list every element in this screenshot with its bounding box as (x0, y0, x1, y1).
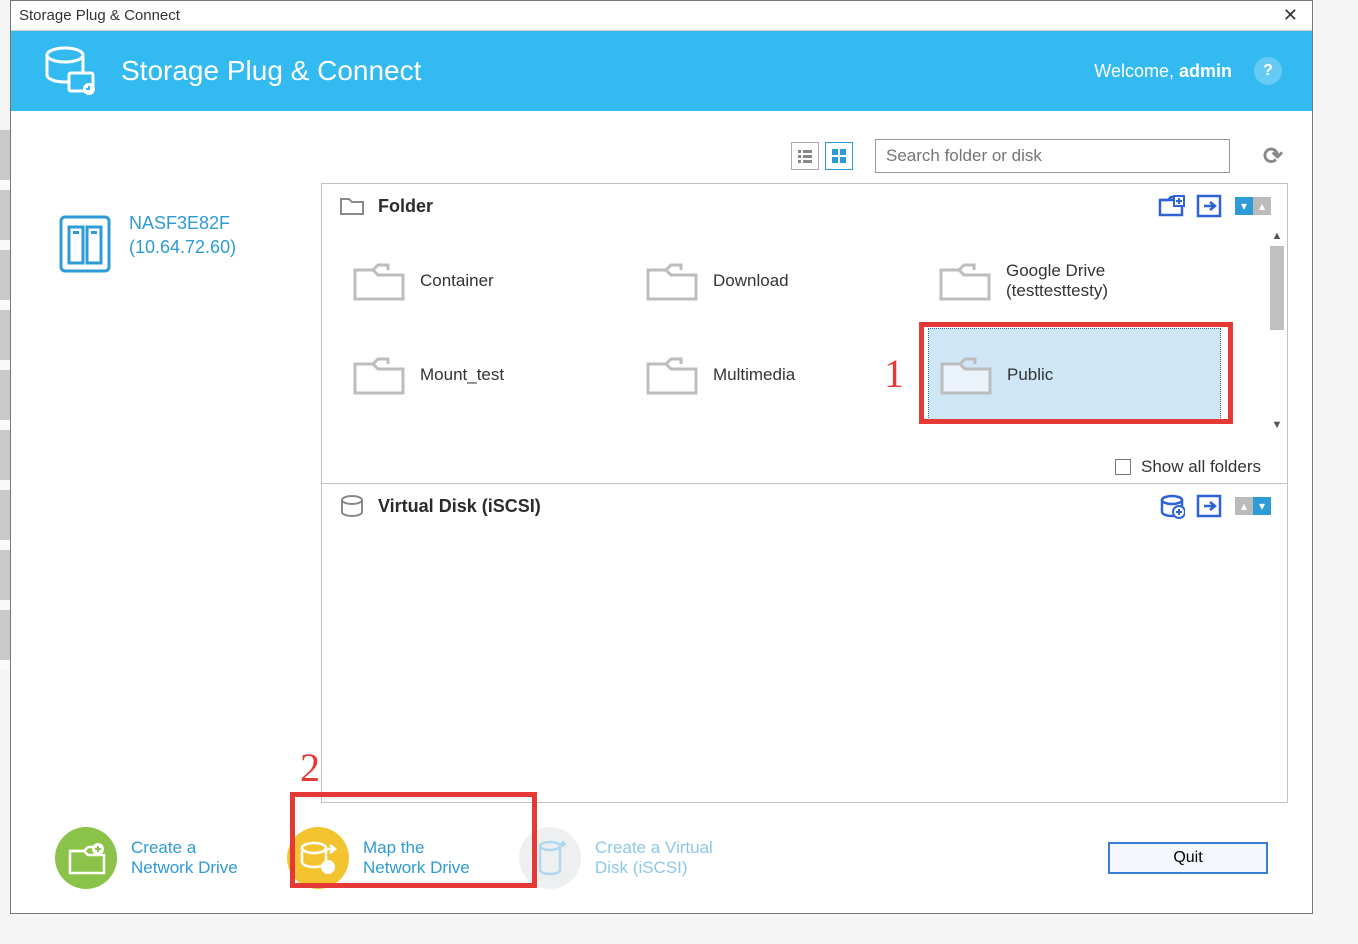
welcome-user: admin (1179, 61, 1232, 81)
show-all-folders: Show all folders (1115, 457, 1261, 477)
folder-header: Folder ▾ ▴ (322, 184, 1287, 228)
folder-label: Container (420, 271, 494, 291)
vdisk-collapse-up[interactable]: ▾ (1253, 497, 1271, 515)
vdisk-header: Virtual Disk (iSCSI) ▴ ▾ (322, 484, 1287, 528)
folder-section-title: Folder (378, 196, 1149, 217)
create-network-label: Create a Network Drive (131, 838, 261, 879)
vdisk-panel: Virtual Disk (iSCSI) ▴ ▾ (322, 484, 1287, 784)
nas-info: NASF3E82F (10.64.72.60) (129, 211, 236, 260)
grid-view-button[interactable] (825, 142, 853, 170)
create-vdisk-label: Create a Virtual Disk (iSCSI) (595, 838, 725, 879)
close-icon[interactable]: ✕ (1277, 5, 1304, 26)
app-window: Storage Plug & Connect ✕ Storage Plug & … (10, 0, 1313, 914)
create-network-icon (55, 827, 117, 889)
scroll-up-icon[interactable]: ▲ (1269, 228, 1285, 244)
folder-item-multimedia[interactable]: Multimedia (635, 328, 928, 422)
folder-icon (352, 354, 406, 396)
folder-grid: Container Download Google Drive (testtes… (322, 228, 1287, 428)
scroll-down-icon[interactable]: ▼ (1269, 417, 1285, 433)
list-view-button[interactable] (791, 142, 819, 170)
nas-icon (57, 211, 113, 277)
folder-collapse-down[interactable]: ▾ (1235, 197, 1253, 215)
create-vdisk-button[interactable]: Create a Virtual Disk (iSCSI) (519, 827, 725, 889)
map-folder-button[interactable] (1195, 192, 1225, 220)
toolbar: ⟳ (791, 139, 1288, 173)
folder-scrollbar[interactable]: ▲ ▼ (1269, 228, 1285, 433)
create-vdisk-icon (519, 827, 581, 889)
folder-icon (352, 260, 406, 302)
vdisk-collapse-down[interactable]: ▴ (1235, 497, 1253, 515)
quit-button[interactable]: Quit (1108, 842, 1268, 874)
folder-label: Multimedia (713, 365, 795, 385)
show-all-checkbox[interactable] (1115, 459, 1131, 475)
vdisk-collapse-controls: ▴ ▾ (1235, 497, 1271, 515)
folder-panel: Folder ▾ ▴ C (322, 184, 1287, 484)
folder-section-icon (338, 192, 366, 220)
device-name: NASF3E82F (129, 211, 236, 235)
folder-collapse-up[interactable]: ▴ (1253, 197, 1271, 215)
window-title: Storage Plug & Connect (19, 7, 1277, 24)
folder-item-mount-test[interactable]: Mount_test (342, 328, 635, 422)
folder-item-public[interactable]: Public (928, 328, 1221, 422)
banner-title: Storage Plug & Connect (121, 55, 1094, 87)
create-network-drive-button[interactable]: Create a Network Drive (55, 827, 261, 889)
refresh-button[interactable]: ⟳ (1258, 141, 1288, 171)
titlebar: Storage Plug & Connect ✕ (11, 1, 1312, 31)
folder-label: Mount_test (420, 365, 504, 385)
folder-icon (645, 354, 699, 396)
welcome-text: Welcome, admin (1094, 61, 1232, 82)
folder-item-container[interactable]: Container (342, 234, 635, 328)
map-network-label: Map the Network Drive (363, 838, 493, 879)
panels: Folder ▾ ▴ C (321, 183, 1288, 803)
device-ip: (10.64.72.60) (129, 235, 236, 259)
search-input[interactable] (875, 139, 1230, 173)
banner: Storage Plug & Connect Welcome, admin ? (11, 31, 1312, 111)
map-vdisk-button[interactable] (1195, 492, 1225, 520)
folder-label: Google Drive (testtesttesty) (1006, 261, 1211, 302)
background-markers (0, 130, 10, 670)
folder-icon (645, 260, 699, 302)
brand-icon (41, 43, 101, 99)
scroll-thumb[interactable] (1270, 246, 1284, 330)
folder-collapse-controls: ▾ ▴ (1235, 197, 1271, 215)
body-area: ⟳ NASF3E82F (10.64.72.60) (11, 111, 1312, 803)
folder-label: Download (713, 271, 789, 291)
help-button[interactable]: ? (1254, 57, 1282, 85)
add-folder-button[interactable] (1157, 192, 1187, 220)
folder-icon (939, 354, 993, 396)
folder-label: Public (1007, 365, 1053, 385)
map-network-drive-button[interactable]: Map the Network Drive (287, 827, 493, 889)
folder-item-download[interactable]: Download (635, 234, 928, 328)
show-all-label: Show all folders (1141, 457, 1261, 477)
folder-item-google-drive[interactable]: Google Drive (testtesttesty) (928, 234, 1221, 328)
add-vdisk-button[interactable] (1157, 492, 1187, 520)
map-network-icon (287, 827, 349, 889)
footer: Create a Network Drive Map the Network D… (11, 803, 1312, 913)
device-sidebar[interactable]: NASF3E82F (10.64.72.60) (57, 211, 236, 277)
vdisk-section-title: Virtual Disk (iSCSI) (378, 496, 1149, 517)
welcome-prefix: Welcome, (1094, 61, 1179, 81)
disk-section-icon (338, 492, 366, 520)
folder-icon (938, 260, 992, 302)
